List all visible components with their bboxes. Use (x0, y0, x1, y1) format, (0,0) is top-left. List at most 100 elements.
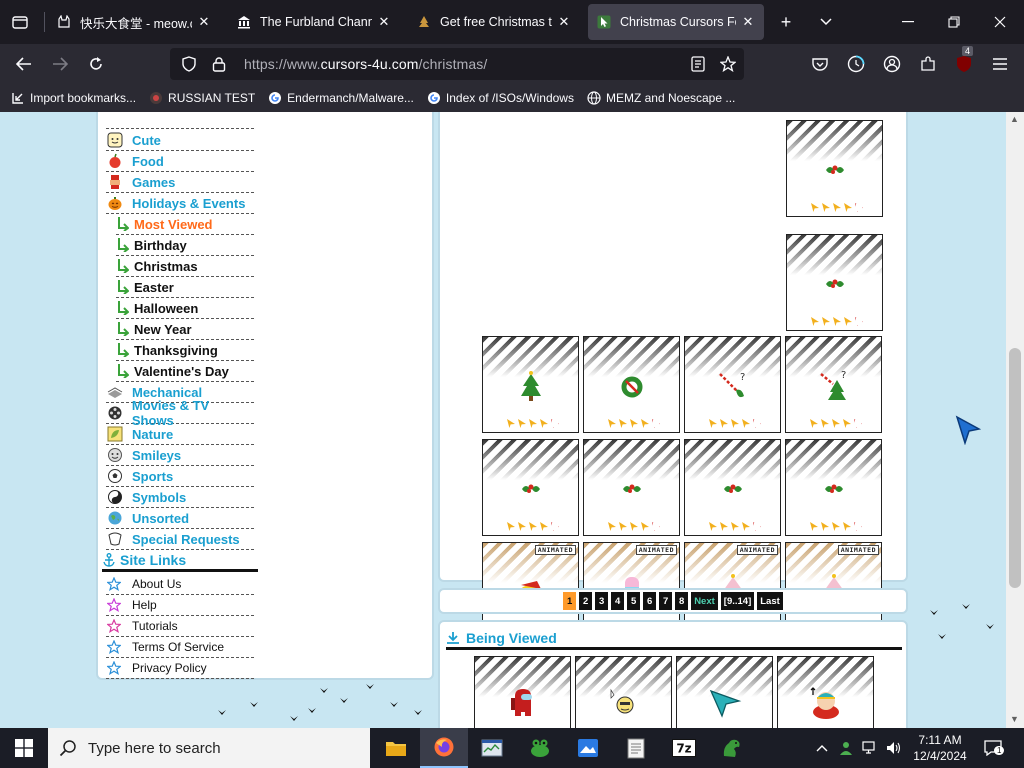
reload-icon[interactable] (84, 52, 108, 76)
subcategory-valentines[interactable]: Valentine's Day (116, 361, 254, 382)
category-holidays[interactable]: Holidays & Events (106, 193, 254, 214)
cursor-card[interactable] (786, 234, 883, 331)
bookmark-memz[interactable]: MEMZ and Noescape ... (586, 90, 735, 106)
category-symbols[interactable]: Symbols (106, 487, 254, 508)
subcategory-most-viewed[interactable]: Most Viewed (116, 214, 254, 235)
being-viewed-card[interactable] (474, 656, 571, 728)
page-4-link[interactable]: 4 (611, 592, 625, 610)
category-movies[interactable]: Movies & TV Shows (106, 398, 254, 428)
cursor-card[interactable] (583, 439, 680, 536)
forward-icon[interactable] (48, 52, 72, 76)
tab-meow[interactable]: 快乐大食堂 - meow.car ✕ (48, 4, 220, 40)
firefox-icon[interactable] (420, 728, 468, 768)
cursor-card[interactable] (583, 336, 680, 433)
firefox-view-icon[interactable] (844, 52, 868, 76)
close-icon[interactable]: ✕ (376, 14, 392, 30)
taskbar-search-box[interactable]: Type here to search (48, 728, 370, 768)
page-6-link[interactable]: 6 (643, 592, 657, 610)
taskbar-clock[interactable]: 7:11 AM 12/4/2024 (912, 732, 968, 764)
subcategory-thanksgiving[interactable]: Thanksgiving (116, 340, 254, 361)
subcategory-halloween[interactable]: Halloween (116, 298, 254, 319)
shield-icon[interactable] (178, 56, 200, 72)
cursor-card[interactable] (684, 439, 781, 536)
bookmark-russian-test[interactable]: RUSSIAN TEST (148, 90, 255, 106)
frog-app-icon[interactable] (516, 728, 564, 768)
page-5-link[interactable]: 5 (627, 592, 641, 610)
cursor-card[interactable]: ? (785, 336, 882, 433)
lock-icon[interactable] (208, 56, 230, 72)
category-nature[interactable]: Nature (106, 424, 254, 445)
ublock-icon[interactable]: 4 (952, 46, 976, 76)
restore-icon[interactable] (942, 10, 966, 34)
category-cute[interactable]: Cute (106, 130, 254, 151)
new-tab-icon[interactable]: + (774, 10, 798, 34)
scroll-down-icon[interactable]: ▼ (1010, 714, 1019, 724)
category-unsorted[interactable]: Unsorted (106, 508, 254, 529)
subcategory-new-year[interactable]: New Year (116, 319, 254, 340)
close-window-icon[interactable] (988, 10, 1012, 34)
subcategory-birthday[interactable]: Birthday (116, 235, 254, 256)
cursor-card[interactable]: ? (684, 336, 781, 433)
minimize-icon[interactable] (896, 10, 920, 34)
category-special-requests[interactable]: Special Requests (106, 529, 254, 550)
file-explorer-icon[interactable] (372, 728, 420, 768)
page-3-link[interactable]: 3 (595, 592, 609, 610)
category-games[interactable]: Games (106, 172, 254, 193)
url-text[interactable]: https://www.cursors-4u.com/christmas/ (244, 56, 487, 72)
network-icon[interactable] (860, 738, 880, 758)
next-page-link[interactable]: Next (691, 592, 718, 610)
dragon-app-icon[interactable] (708, 728, 756, 768)
page-8-link[interactable]: 8 (675, 592, 689, 610)
address-bar[interactable]: https://www.cursors-4u.com/christmas/ (170, 48, 744, 80)
bookmark-endermanch[interactable]: Endermanch/Malware... (267, 90, 414, 106)
close-icon[interactable]: ✕ (556, 14, 572, 30)
bookmark-index-isos[interactable]: Index of /ISOs/Windows (426, 90, 574, 106)
list-all-tabs-icon[interactable] (8, 10, 32, 34)
category-sports[interactable]: Sports (106, 466, 254, 487)
back-icon[interactable] (12, 52, 36, 76)
volume-icon[interactable] (884, 738, 904, 758)
category-food[interactable]: Food (106, 151, 254, 172)
notification-icon[interactable]: 1 (982, 738, 1005, 758)
chevron-up-icon[interactable] (812, 738, 832, 758)
account-icon[interactable] (880, 52, 904, 76)
reader-view-icon[interactable] (688, 54, 708, 74)
tab-christmas-cursors[interactable]: Christmas Cursors For ✕ (588, 4, 764, 40)
cursor-card[interactable] (785, 439, 882, 536)
seven-zip-icon[interactable]: 7z (660, 728, 708, 768)
being-viewed-card[interactable] (676, 656, 773, 728)
site-link-tutorials[interactable]: Tutorials (106, 616, 254, 637)
paint-icon[interactable] (564, 728, 612, 768)
page-2-link[interactable]: 2 (579, 592, 593, 610)
subcategory-easter[interactable]: Easter (116, 277, 254, 298)
page-1-link[interactable]: 1 (563, 592, 577, 610)
category-smileys[interactable]: Smileys (106, 445, 254, 466)
task-manager-icon[interactable] (468, 728, 516, 768)
pocket-icon[interactable] (808, 52, 832, 76)
cursor-card[interactable] (786, 120, 883, 217)
notepad-icon[interactable] (612, 728, 660, 768)
site-link-help[interactable]: Help (106, 595, 254, 616)
chevron-down-icon[interactable] (814, 10, 838, 34)
bookmark-star-icon[interactable] (718, 54, 738, 74)
site-link-about-us[interactable]: About Us (106, 574, 254, 595)
tab-furbland[interactable]: The Furbland Channel ✕ (228, 4, 400, 40)
extensions-icon[interactable] (916, 52, 940, 76)
cursor-card[interactable] (482, 439, 579, 536)
scroll-up-icon[interactable]: ▲ (1010, 114, 1019, 124)
people-icon[interactable] (836, 738, 856, 758)
page-7-link[interactable]: 7 (659, 592, 673, 610)
site-link-privacy[interactable]: Privacy Policy (106, 658, 254, 679)
close-icon[interactable]: ✕ (740, 14, 756, 30)
site-link-terms[interactable]: Terms Of Service (106, 637, 254, 658)
last-page-link[interactable]: Last (757, 592, 783, 610)
being-viewed-card[interactable] (575, 656, 672, 728)
windows-start-icon[interactable] (0, 728, 48, 768)
tab-christmas-tree[interactable]: Get free Christmas tree ✕ (408, 4, 580, 40)
being-viewed-card[interactable] (777, 656, 874, 728)
hamburger-menu-icon[interactable] (988, 52, 1012, 76)
scrollbar-thumb[interactable] (1009, 348, 1021, 588)
bookmark-import[interactable]: Import bookmarks... (10, 90, 136, 106)
cursor-card[interactable] (482, 336, 579, 433)
close-icon[interactable]: ✕ (196, 14, 212, 30)
